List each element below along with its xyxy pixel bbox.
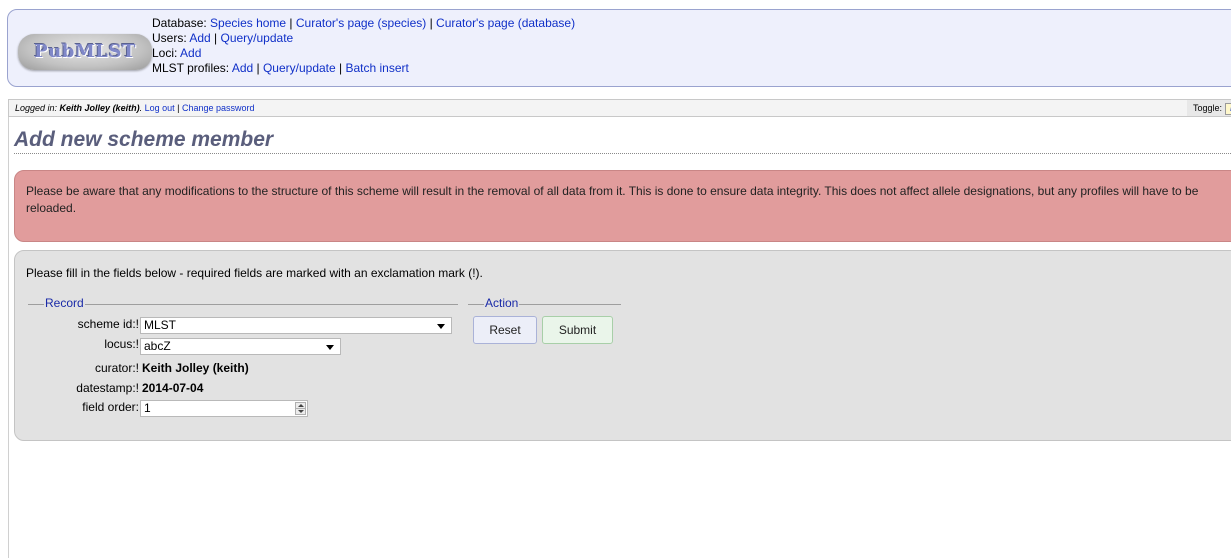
warning-text: Please be aware that any modifications t…: [26, 184, 1199, 215]
curator-nav: Database: Species home | Curator's page …: [152, 16, 575, 76]
action-legend: Action: [484, 296, 520, 310]
site-header: PubMLST Database: Species home | Curator…: [7, 9, 1231, 87]
field-order-label: field order:: [82, 400, 139, 414]
nav-row-users: Users: Add | Query/update: [152, 31, 575, 46]
spinner-arrows-icon[interactable]: [295, 402, 306, 415]
nav-row-database: Database: Species home | Curator's page …: [152, 16, 575, 31]
warning-box: Please be aware that any modifications t…: [14, 170, 1231, 242]
record-fieldset-border: [28, 304, 458, 305]
field-order-input[interactable]: 1: [140, 400, 308, 417]
login-bar: Logged in: Keith Jolley (keith). Log out…: [8, 99, 1231, 117]
info-icon[interactable]: i: [1225, 102, 1231, 115]
nav-label-database: Database:: [152, 16, 207, 30]
nav-separator: |: [426, 16, 437, 30]
curator-value: Keith Jolley (keith): [142, 361, 249, 375]
chevron-down-icon: [326, 345, 334, 350]
pubmlst-logo[interactable]: PubMLST: [18, 34, 152, 70]
spinner-divider: [296, 408, 305, 409]
nav-label-mlst-profiles: MLST profiles:: [152, 61, 230, 75]
nav-row-loci: Loci: Add: [152, 46, 575, 61]
nav-separator: |: [286, 16, 296, 30]
logged-in-user: Keith Jolley (keith): [59, 103, 140, 113]
spinner-down-icon: [298, 410, 304, 413]
nav-row-mlst-profiles: MLST profiles: Add | Query/update | Batc…: [152, 61, 575, 76]
submit-button[interactable]: Submit: [542, 316, 613, 344]
profiles-batch-insert-link[interactable]: Batch insert: [345, 61, 408, 75]
left-divider: [8, 117, 9, 558]
datestamp-value: 2014-07-04: [142, 381, 204, 395]
field-order-value: 1: [144, 401, 151, 415]
curator-page-species-link[interactable]: Curator's page (species): [296, 16, 426, 30]
toggle-area: Toggle:i: [1186, 100, 1231, 116]
chevron-down-icon: [437, 324, 445, 329]
locus-select[interactable]: abcZ: [140, 338, 341, 355]
login-prefix: Logged in:: [15, 103, 60, 113]
locus-value: abcZ: [144, 339, 171, 353]
record-legend: Record: [44, 296, 85, 310]
locus-label: locus:!: [104, 337, 139, 351]
toggle-label: Toggle:: [1192, 103, 1222, 113]
reset-button[interactable]: Reset: [473, 316, 537, 344]
change-password-link[interactable]: Change password: [182, 103, 255, 113]
login-period: .: [139, 103, 143, 113]
login-status-text: Logged in: Keith Jolley (keith).: [15, 103, 142, 113]
logout-link[interactable]: Log out: [145, 103, 175, 113]
datestamp-label: datestamp:!: [76, 381, 139, 395]
nav-separator: |: [253, 61, 263, 75]
users-add-link[interactable]: Add: [189, 31, 210, 45]
page-title: Add new scheme member: [14, 127, 1231, 154]
nav-label-loci: Loci:: [152, 46, 178, 60]
nav-separator: |: [335, 61, 346, 75]
scheme-id-select[interactable]: MLST: [140, 317, 452, 334]
users-query-update-link[interactable]: Query/update: [221, 31, 294, 45]
curator-label: curator:!: [94, 361, 139, 375]
scheme-id-value: MLST: [144, 318, 177, 332]
form-panel: Please fill in the fields below - requir…: [14, 250, 1231, 441]
nav-label-users: Users:: [152, 31, 187, 45]
loci-add-link[interactable]: Add: [180, 46, 201, 60]
login-status: Logged in: Keith Jolley (keith). Log out…: [15, 100, 255, 116]
nav-separator: |: [210, 31, 221, 45]
profiles-add-link[interactable]: Add: [232, 61, 253, 75]
profiles-query-update-link[interactable]: Query/update: [263, 61, 336, 75]
scheme-id-label: scheme id:!: [77, 317, 139, 331]
spinner-up-icon: [298, 404, 304, 407]
logo-text: PubMLST: [34, 41, 136, 62]
login-separator: |: [174, 103, 182, 113]
curator-page-database-link[interactable]: Curator's page (database): [436, 16, 575, 30]
species-home-link[interactable]: Species home: [210, 16, 286, 30]
form-intro: Please fill in the fields below - requir…: [26, 266, 483, 280]
